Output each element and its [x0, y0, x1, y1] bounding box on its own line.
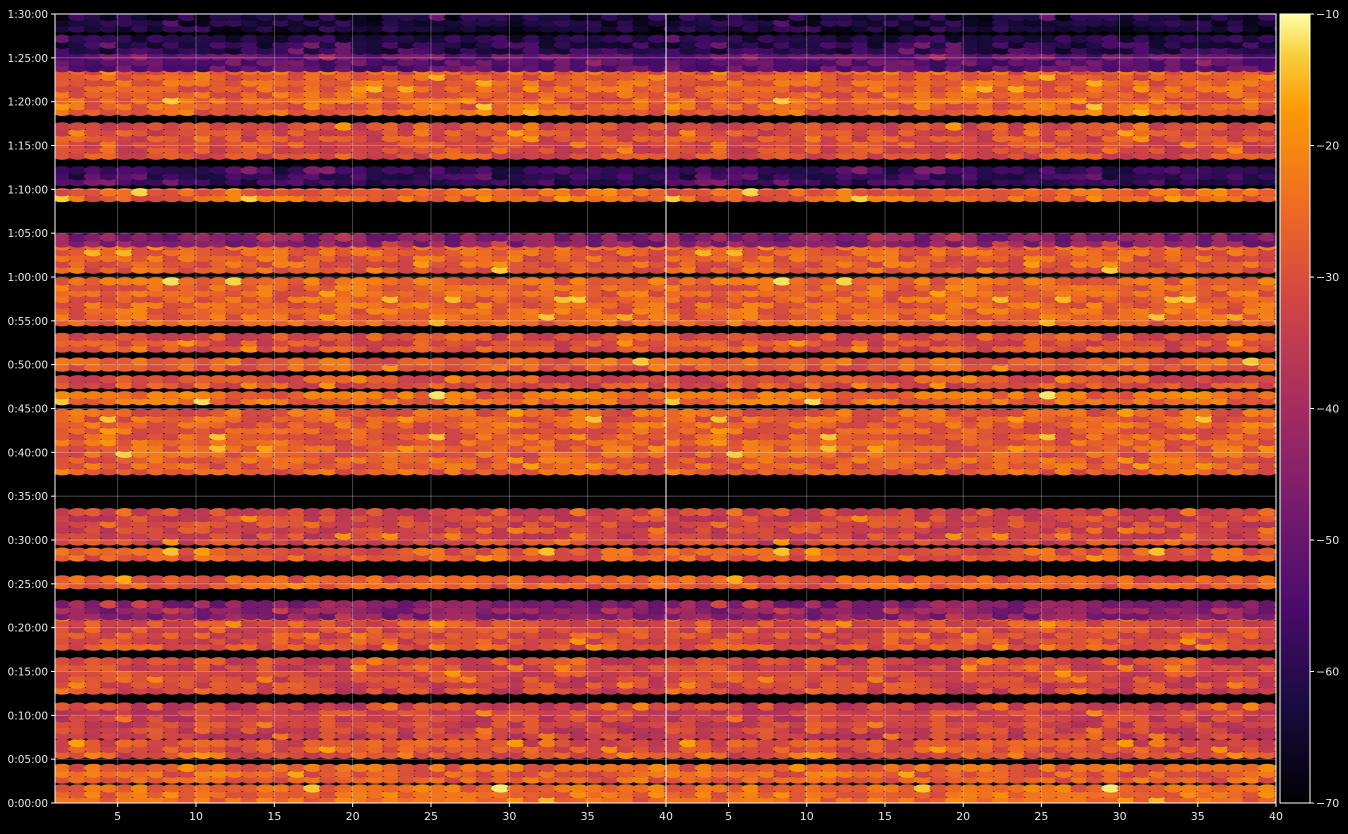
- chart-canvas: 5 510 1015 1520 2025 2530 3035 3540 40 0:00:000:…: [0, 0, 1348, 830]
- heatmap-chart: 5 5 10 10 15 15 20 20 25 25 30 30 35 35 40 40 0:00:00 0:…: [0, 0, 1348, 830]
